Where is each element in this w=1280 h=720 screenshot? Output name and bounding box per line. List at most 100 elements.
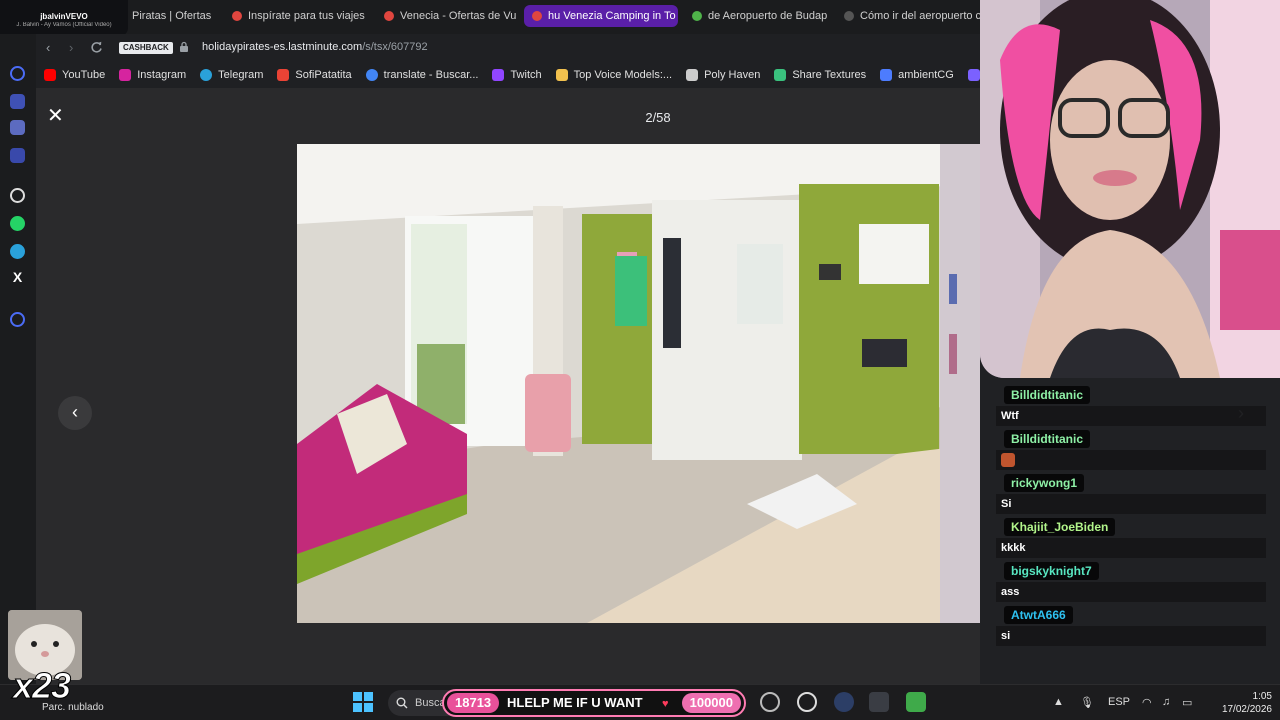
clock-date: 17/02/2026 xyxy=(1221,704,1272,715)
bookmark-label: Telegram xyxy=(218,69,264,81)
tab-active-camping[interactable]: hu Venezia Camping in To xyxy=(524,5,678,27)
chat-text: Si xyxy=(996,494,1266,514)
bookmark-youtube[interactable]: YouTube xyxy=(44,69,105,81)
extension-icon[interactable] xyxy=(10,94,25,109)
battery-icon[interactable]: ▭ xyxy=(1182,696,1192,709)
bookmark-label: translate - Buscar... xyxy=(383,69,479,81)
url-host: holidaypirates-es.lastminute.com xyxy=(202,41,363,53)
telegram-icon xyxy=(200,69,213,81)
bookmark-label: YouTube xyxy=(62,69,106,81)
tab-favicon-icon xyxy=(232,11,242,21)
bookmark-translate[interactable]: translate - Buscar... xyxy=(365,69,479,81)
clock-time: 1:05 xyxy=(1252,691,1272,702)
history-icon[interactable] xyxy=(10,66,25,81)
heart-icon: ♥ xyxy=(662,698,669,710)
bookmark-h[interactable]: H xyxy=(967,69,980,81)
telegram-icon[interactable] xyxy=(10,244,25,259)
windows-start-icon[interactable] xyxy=(353,692,373,712)
tab-como-ir[interactable]: Cómo ir del aeropuerto c xyxy=(836,5,980,27)
tab-label: de Aeropuerto de Budap xyxy=(708,10,828,22)
chat-username: bigskyknight7 xyxy=(1004,562,1099,580)
back-icon[interactable]: ‹ xyxy=(46,40,50,55)
gmail-icon xyxy=(277,69,290,81)
minecraft-icon[interactable] xyxy=(906,692,926,712)
bookmark-label: Instagram xyxy=(137,69,187,81)
chat-username: Billdidtitanic xyxy=(1004,430,1090,448)
reload-icon[interactable] xyxy=(90,41,103,54)
chat-username: Billdidtitanic xyxy=(1004,386,1090,404)
system-clock[interactable]: 1:05 17/02/2026 xyxy=(1200,690,1272,716)
chat-message: Khajiit_JoeBiden kkkk xyxy=(996,512,1266,558)
now-playing-widget[interactable]: jbalvinVEVO J. Balvin - Ay Vamos (Offici… xyxy=(0,0,128,36)
stream-goal-alert: 18713 HLELP ME IF U WANT ♥ 100000 xyxy=(442,689,746,717)
tab-inspirate[interactable]: Inspírate para tus viajes xyxy=(224,5,370,27)
sharetextures-icon xyxy=(774,69,787,81)
tab-label: Inspírate para tus viajes xyxy=(248,10,365,22)
bookmark-label: Poly Haven xyxy=(704,69,761,81)
polyhaven-icon xyxy=(686,69,699,81)
chat-message: bigskyknight7 ass xyxy=(996,556,1266,602)
streamer-webcam xyxy=(980,0,1280,378)
chat-text: si xyxy=(996,626,1266,646)
x-icon[interactable]: X xyxy=(10,270,25,285)
whatsapp-icon[interactable] xyxy=(10,216,25,231)
language-indicator[interactable]: ESP xyxy=(1108,696,1130,708)
volume-icon[interactable]: ♫ xyxy=(1162,696,1170,708)
bookmark-instagram[interactable]: Instagram xyxy=(119,69,186,81)
notes-icon[interactable] xyxy=(10,120,25,135)
bookmark-share-textures[interactable]: Share Textures xyxy=(774,69,866,81)
goal-current: 18713 xyxy=(447,693,500,713)
chat-text: kkkk xyxy=(996,538,1266,558)
instagram-icon xyxy=(119,69,132,81)
bookmark-sofipatatita[interactable]: SofiPatatita xyxy=(277,69,352,81)
search-placeholder: Busca xyxy=(415,697,446,709)
tab-holidaypirates[interactable]: Piratas | Ofertas xyxy=(124,5,220,27)
chat-text xyxy=(996,450,1266,470)
tab-venecia[interactable]: Venecia - Ofertas de Vu xyxy=(376,5,522,27)
now-playing-title: jbalvinVEVO xyxy=(40,12,88,21)
chat-text: ass xyxy=(996,582,1266,602)
microphone-icon[interactable]: 🎙 xyxy=(1080,696,1094,709)
tray-overflow-icon[interactable]: ▲ xyxy=(1053,696,1064,708)
chat-username: Khajiit_JoeBiden xyxy=(1004,518,1116,536)
voice-models-icon xyxy=(555,69,568,81)
previous-photo-button[interactable]: ‹ xyxy=(58,396,92,430)
chat-message: Billdidtitanic Wtf xyxy=(996,380,1266,426)
tab-label: Piratas | Ofertas xyxy=(132,10,212,22)
goal-target: 100000 xyxy=(681,693,741,713)
taskbar: Parc. nublado Busca 18713 HLELP ME IF U … xyxy=(0,684,1280,720)
google-icon xyxy=(365,69,378,81)
goal-text: HLELP ME IF U WANT xyxy=(507,695,643,710)
tab-aeropuerto[interactable]: de Aeropuerto de Budap xyxy=(684,5,830,27)
chat-username: rickywong1 xyxy=(1004,474,1085,492)
bookmark-label: Twitch xyxy=(510,69,542,81)
emote-icon xyxy=(1001,453,1015,467)
tab-label: Cómo ir del aeropuerto c xyxy=(860,10,980,22)
cashback-badge[interactable]: CASHBACK xyxy=(119,42,173,54)
stream-chat: Billdidtitanic Wtf Billdidtitanic rickyw… xyxy=(996,380,1266,646)
messenger-icon[interactable] xyxy=(10,148,25,163)
tab-favicon-icon xyxy=(692,11,702,21)
clock-icon[interactable] xyxy=(10,312,25,327)
bookmarks-bar: YouTube Instagram Telegram SofiPatatita … xyxy=(36,62,980,88)
bookmark-twitch[interactable]: Twitch xyxy=(492,69,542,81)
bookmark-label: Top Voice Models:... xyxy=(573,69,673,81)
bookmark-telegram[interactable]: Telegram xyxy=(200,69,263,81)
room-photo xyxy=(297,144,980,623)
screen: jbalvinVEVO J. Balvin - Ay Vamos (Offici… xyxy=(0,0,1280,720)
photo-gallery: ✕ 2/58 ‹ xyxy=(36,88,980,684)
forward-icon[interactable]: › xyxy=(69,40,73,55)
chatgpt-app-icon[interactable] xyxy=(797,692,817,712)
bookmark-ambientcg[interactable]: ambientCG xyxy=(880,69,954,81)
bookmark-label: ambientCG xyxy=(898,69,954,81)
chatgpt-icon[interactable] xyxy=(10,188,25,203)
bookmark-voice-models[interactable]: Top Voice Models:... xyxy=(555,69,673,81)
steam-icon[interactable] xyxy=(869,692,889,712)
url-field[interactable]: holidaypirates-es.lastminute.com/s/tsx/6… xyxy=(202,41,428,53)
bookmark-poly-haven[interactable]: Poly Haven xyxy=(686,69,760,81)
app-icon[interactable] xyxy=(834,692,854,712)
lock-icon[interactable] xyxy=(179,41,189,53)
settings-icon[interactable] xyxy=(760,692,780,712)
chat-username: AtwtA666 xyxy=(1004,606,1073,624)
wifi-icon[interactable]: ◠ xyxy=(1142,696,1152,709)
